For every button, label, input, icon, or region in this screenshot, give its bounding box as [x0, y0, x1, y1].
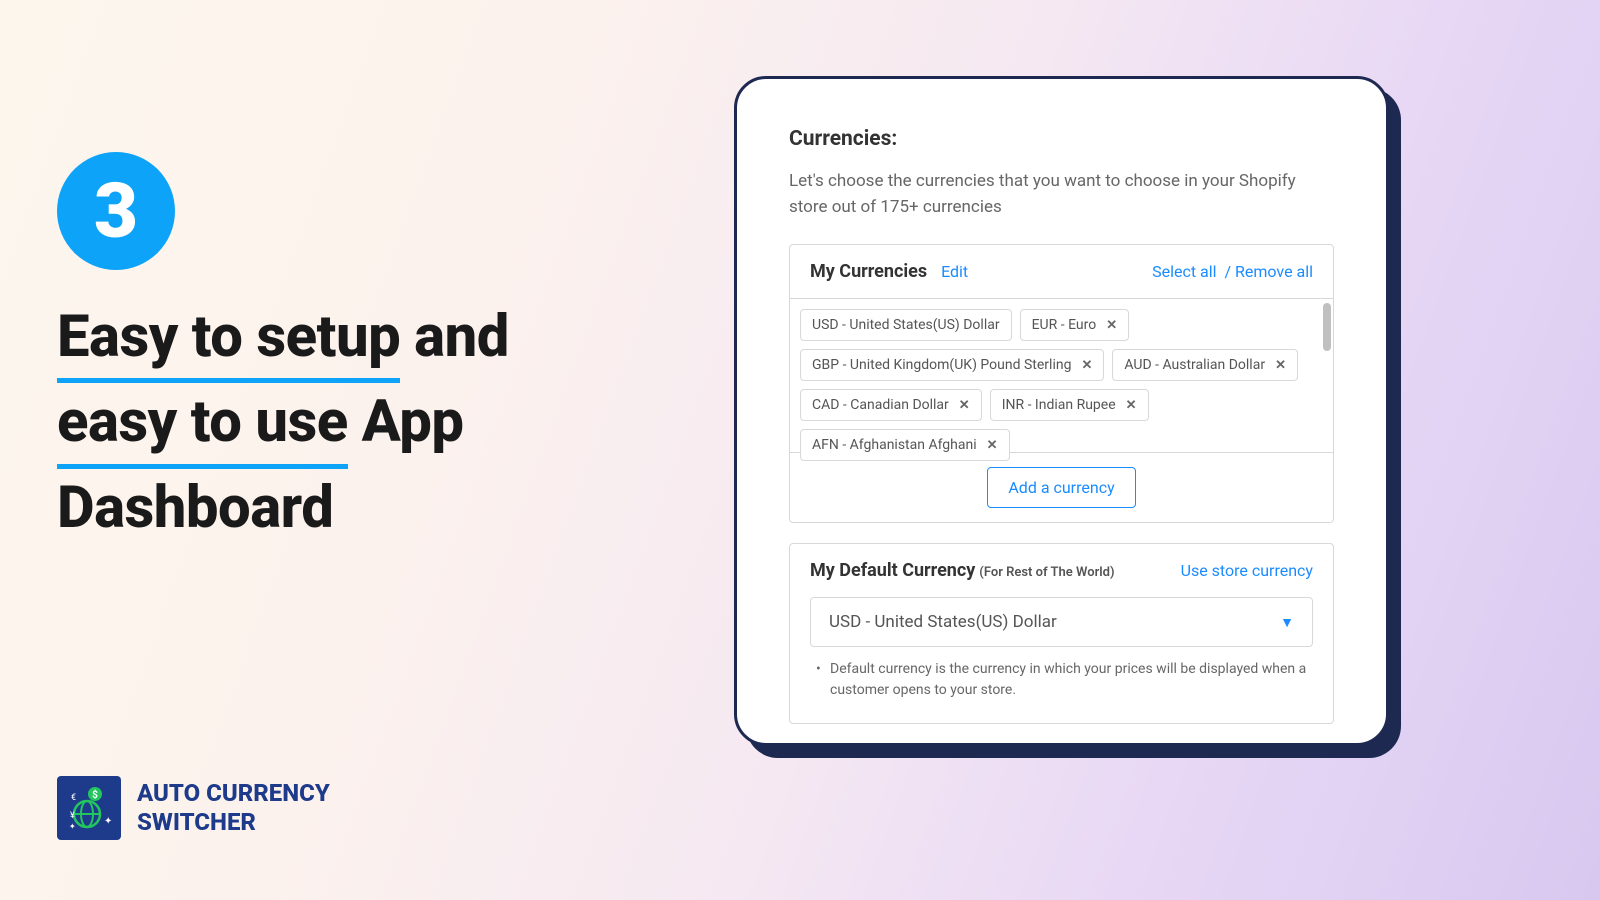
currency-tag: EUR - Euro ✕ [1020, 309, 1130, 341]
svg-text:✦: ✦ [69, 822, 76, 831]
default-currency-select[interactable]: USD - United States(US) Dollar ▼ [810, 597, 1313, 647]
svg-text:✦: ✦ [104, 816, 112, 827]
my-currencies-label: My Currencies [810, 261, 927, 282]
add-currency-button[interactable]: Add a currency [987, 467, 1135, 508]
settings-panel: Currencies: Let's choose the currencies … [734, 76, 1389, 746]
remove-tag-icon[interactable]: ✕ [959, 398, 970, 413]
default-currency-help: Default currency is the currency in whic… [810, 659, 1313, 701]
currency-tag: USD - United States(US) Dollar [800, 309, 1012, 341]
currency-tag-area[interactable]: USD - United States(US) Dollar EUR - Eur… [790, 298, 1333, 453]
edit-link[interactable]: Edit [941, 262, 968, 281]
select-all-link[interactable]: Select all [1152, 262, 1216, 281]
svg-text:¥: ¥ [70, 811, 75, 821]
currency-bulk-actions: Select all / Remove all [1152, 262, 1313, 281]
currency-tag: AFN - Afghanistan Afghani ✕ [800, 429, 1010, 461]
default-currency-section: My Default Currency (For Rest of The Wor… [789, 543, 1334, 724]
remove-tag-icon[interactable]: ✕ [987, 438, 998, 453]
currency-tag: CAD - Canadian Dollar ✕ [800, 389, 982, 421]
panel-title: Currencies: [789, 127, 1334, 151]
default-currency-label: My Default Currency [810, 560, 975, 581]
currency-tag: GBP - United Kingdom(UK) Pound Sterling … [800, 349, 1104, 381]
use-store-currency-link[interactable]: Use store currency [1181, 561, 1313, 580]
currency-tag: AUD - Australian Dollar ✕ [1112, 349, 1298, 381]
remove-tag-icon[interactable]: ✕ [1126, 398, 1137, 413]
headline-text: Easy to setup and easy to use App Dashbo… [57, 298, 509, 547]
remove-tag-icon[interactable]: ✕ [1106, 318, 1117, 333]
default-currency-sublabel: (For Rest of The World) [979, 565, 1114, 580]
globe-currency-icon: $ € ¥ ✦ ✦ [57, 776, 121, 840]
currency-tag: INR - Indian Rupee ✕ [990, 389, 1149, 421]
remove-all-link[interactable]: Remove all [1235, 262, 1313, 281]
brand-logo-block: $ € ¥ ✦ ✦ AUTO CURRENCY SWITCHER [57, 776, 330, 840]
svg-text:€: € [71, 793, 76, 803]
panel-description: Let's choose the currencies that you wan… [789, 169, 1334, 220]
svg-text:$: $ [92, 788, 98, 801]
brand-name: AUTO CURRENCY SWITCHER [137, 779, 330, 837]
scrollbar-thumb[interactable] [1323, 303, 1331, 351]
remove-tag-icon[interactable]: ✕ [1081, 358, 1092, 373]
my-currencies-section: My Currencies Edit Select all / Remove a… [789, 244, 1334, 523]
step-number-badge: 3 [57, 152, 175, 270]
remove-tag-icon[interactable]: ✕ [1275, 358, 1286, 373]
chevron-down-icon: ▼ [1280, 614, 1294, 631]
